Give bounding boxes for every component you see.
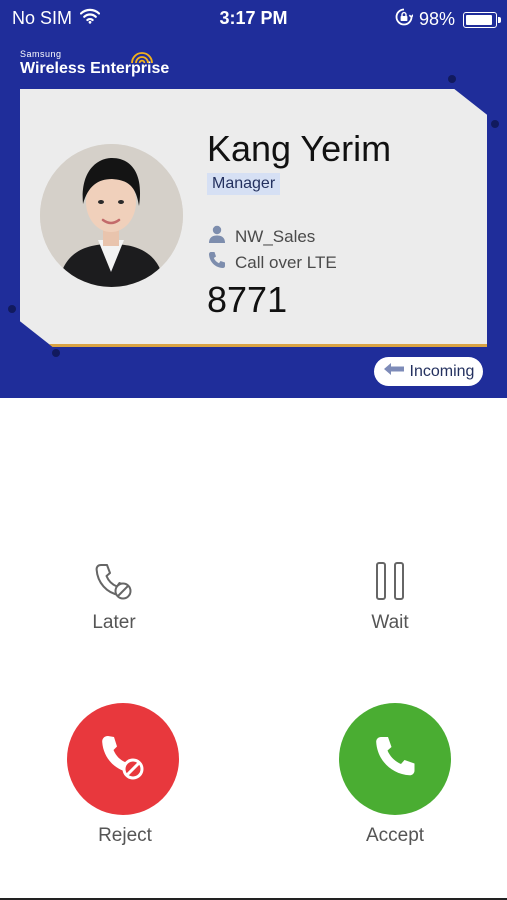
reject-button[interactable] [67,703,179,815]
battery-percent: 98% [418,9,455,29]
wait-button[interactable]: Wait [340,560,440,634]
battery-fill [466,14,493,25]
call-type-row: Call over LTE [207,250,337,275]
brand-big-text: Wireless Enterprise [20,52,169,78]
arrow-left-icon [383,362,405,381]
brand-logo: Samsung Wireless Enterprise [20,49,169,78]
status-bar: No SIM 3:17 PM 98% [0,0,507,38]
department-label: NW_Sales [235,226,316,246]
frame-dot-decoration [491,120,499,128]
later-icon [64,560,164,604]
frame-dot-decoration [52,349,60,357]
call-type-label: Call over LTE [235,252,337,272]
phone-icon [207,250,227,275]
brand-signal-arc-icon [130,50,154,69]
battery-icon [463,11,501,28]
status-right-group: 98% [395,8,501,31]
incoming-label: Incoming [409,362,475,380]
frame-dot-decoration [448,75,456,83]
caller-card: Kang Yerim Manager NW_Sales Call over LT… [20,89,487,347]
reject-label: Reject [98,825,152,846]
rotation-lock-icon [395,8,414,31]
department-row: NW_Sales [207,224,315,249]
accept-call-icon [370,732,420,787]
person-icon [207,224,227,249]
frame-dot-decoration [8,305,16,313]
caller-avatar [40,144,183,287]
caller-role-badge: Manager [207,173,281,195]
later-button[interactable]: Later [64,560,164,634]
pause-icon [340,560,440,604]
caller-name: Kang Yerim [207,128,392,169]
incoming-indicator: Incoming [374,357,483,386]
later-label: Later [92,612,136,633]
wait-label: Wait [371,612,409,633]
accept-button[interactable] [339,703,451,815]
caller-extension: 8771 [207,279,288,320]
accept-label: Accept [365,825,425,846]
reject-call-icon [95,729,151,790]
caller-header: Samsung Wireless Enterprise Kang Yerim M… [0,38,507,398]
